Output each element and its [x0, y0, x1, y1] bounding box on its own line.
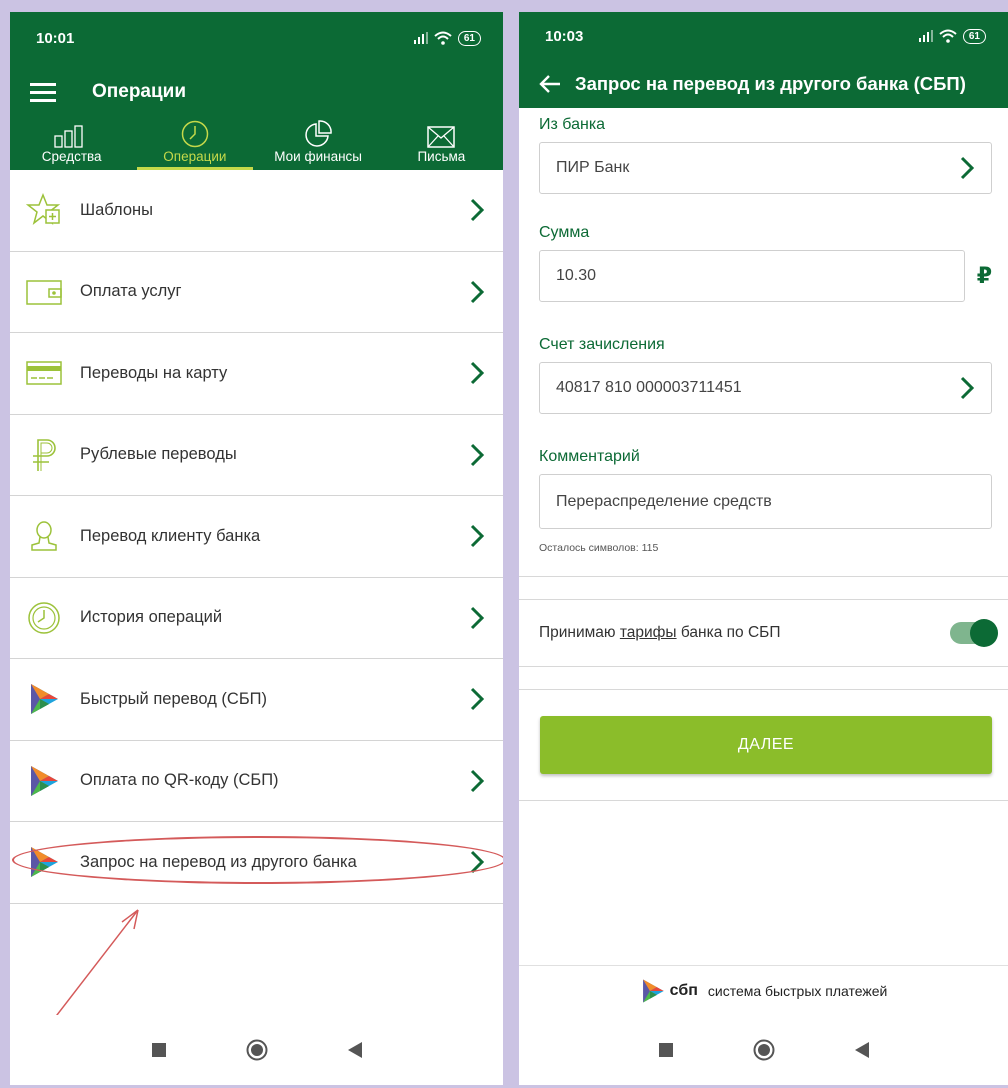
chevron-right-icon — [470, 280, 485, 303]
header: 10:03 61 Запрос на перевод из другого ба… — [519, 12, 1008, 108]
chevron-right-icon — [470, 362, 485, 385]
clock-icon — [181, 120, 209, 148]
chevron-right-icon — [470, 769, 485, 792]
tab-funds[interactable]: Средства — [10, 120, 133, 170]
tab-bar: Средства Операции Мои финансы Письма — [10, 120, 503, 170]
tariffs-link[interactable]: тарифы — [620, 624, 677, 641]
chevron-right-icon — [960, 156, 975, 180]
signal-icon — [413, 32, 428, 44]
wifi-icon — [939, 29, 957, 43]
system-nav-bar — [519, 1015, 1008, 1085]
status-bar: 10:03 61 — [519, 12, 1008, 60]
wifi-icon — [434, 31, 452, 45]
header: 10:01 61 Операции Средства Операции Мои … — [10, 12, 503, 170]
chevron-right-icon — [470, 443, 485, 466]
transfer-request-screen: 10:03 61 Запрос на перевод из другого ба… — [519, 12, 1008, 1085]
app-bar: Операции — [10, 64, 503, 120]
bar-chart-icon — [53, 125, 83, 148]
tab-operations[interactable]: Операции — [133, 120, 256, 170]
bank-label: Из банка — [539, 116, 606, 133]
chevron-right-icon — [470, 199, 485, 222]
chevron-right-icon — [960, 376, 975, 400]
envelope-icon — [427, 126, 456, 148]
chevron-right-icon — [470, 606, 485, 629]
page-title: Запрос на перевод из другого банка (СБП) — [575, 73, 966, 94]
tab-my-finances[interactable]: Мои финансы — [257, 120, 380, 170]
comment-input[interactable]: Перераспределение средств — [539, 474, 992, 529]
battery-icon: 61 — [457, 30, 481, 46]
history-clock-icon — [28, 602, 60, 634]
list-item-pay-services[interactable]: Оплата услуг — [10, 252, 503, 333]
sbp-tagline: система быстрых платежей — [707, 982, 888, 999]
back-icon[interactable] — [347, 1042, 362, 1058]
ruble-icon — [33, 438, 56, 471]
account-label: Счет зачисления — [539, 336, 665, 353]
list-item-history[interactable]: История операций — [10, 578, 503, 659]
chevron-right-icon — [470, 851, 485, 874]
operations-screen: 10:01 61 Операции Средства Операции Мои … — [10, 12, 503, 1085]
list-item-ruble-transfers[interactable]: Рублевые переводы — [10, 415, 503, 496]
home-icon[interactable] — [246, 1039, 268, 1061]
amount-input[interactable]: 10.30 — [539, 250, 965, 302]
account-select[interactable]: 40817 810 000003711451 — [539, 362, 992, 414]
star-plus-icon — [26, 193, 61, 226]
battery-icon: 61 — [962, 28, 986, 44]
tariff-toggle[interactable] — [950, 619, 998, 647]
sbp-footer: сбп система быстрых платежей — [519, 965, 1008, 1015]
pie-chart-icon — [305, 120, 332, 147]
chevron-right-icon — [470, 525, 485, 548]
chars-left-hint: Осталось символов: 115 — [539, 542, 659, 554]
transfer-form: Из банка ПИР Банк Сумма 10.30 ₽ Счет зач… — [519, 108, 1008, 554]
comment-label: Комментарий — [539, 448, 640, 465]
bank-field-group: Из банка ПИР Банк — [539, 108, 992, 194]
back-arrow-icon[interactable] — [539, 75, 561, 93]
page-title: Операции — [92, 81, 187, 102]
menu-icon[interactable] — [30, 82, 56, 102]
wallet-icon — [26, 280, 62, 305]
sbp-logo-icon — [31, 684, 58, 715]
sbp-logo-icon — [642, 979, 664, 1002]
next-button[interactable]: ДАЛЕЕ — [540, 716, 992, 774]
account-field-group: Счет зачисления 40817 810 000003711451 — [539, 302, 992, 414]
recent-apps-icon[interactable] — [151, 1043, 166, 1057]
recent-apps-icon[interactable] — [658, 1043, 673, 1057]
app-bar: Запрос на перевод из другого банка (СБП) — [519, 60, 1008, 108]
credit-card-icon — [26, 361, 62, 385]
list-item-request-from-other-bank[interactable]: Запрос на перевод из другого банка — [10, 822, 503, 904]
home-icon[interactable] — [753, 1039, 775, 1061]
list-item-card-transfers[interactable]: Переводы на карту — [10, 333, 503, 415]
comment-field-group: Комментарий Перераспределение средств Ос… — [539, 414, 992, 554]
status-bar: 10:01 61 — [10, 12, 503, 64]
currency-sign: ₽ — [976, 263, 992, 288]
status-time: 10:01 — [36, 29, 75, 47]
list-item-qr-payment-sbp[interactable]: Оплата по QR-коду (СБП) — [10, 741, 503, 822]
system-nav-bar — [10, 1015, 503, 1085]
sbp-brand: сбп — [669, 981, 698, 999]
amount-label: Сумма — [539, 224, 590, 241]
bank-select[interactable]: ПИР Банк — [539, 142, 992, 194]
sbp-logo-icon — [31, 847, 58, 878]
signal-icon — [918, 30, 933, 42]
tariff-agreement-row: Принимаю тарифы банка по СБП — [519, 600, 1008, 666]
chevron-right-icon — [470, 688, 485, 711]
list-item-templates[interactable]: Шаблоны — [10, 170, 503, 252]
back-icon[interactable] — [854, 1042, 869, 1058]
operations-list: Шаблоны Оплата услуг Переводы на карту Р… — [10, 170, 503, 904]
status-time: 10:03 — [545, 27, 584, 45]
list-item-client-transfer[interactable]: Перевод клиенту банка — [10, 496, 503, 578]
amount-field-group: Сумма 10.30 ₽ — [539, 194, 992, 302]
list-item-fast-transfer-sbp[interactable]: Быстрый перевод (СБП) — [10, 659, 503, 741]
person-icon — [31, 521, 57, 551]
tab-letters[interactable]: Письма — [380, 120, 503, 170]
sbp-logo-icon — [31, 765, 58, 796]
